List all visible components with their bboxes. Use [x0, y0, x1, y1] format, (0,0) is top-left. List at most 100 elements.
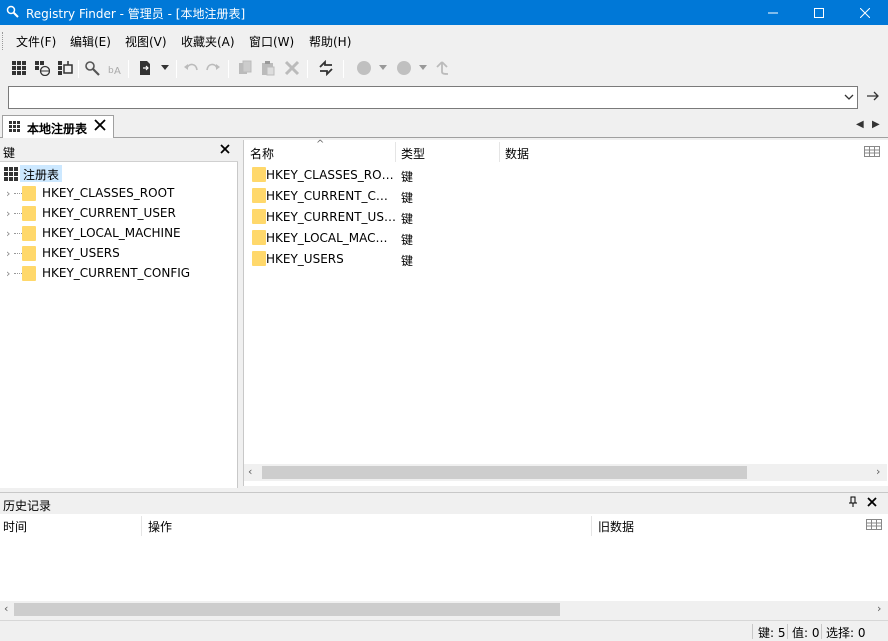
list-row[interactable]: HKEY_CURRENT_CONFIG 键: [244, 185, 884, 206]
back-button[interactable]: [355, 59, 373, 77]
connect-button[interactable]: [56, 59, 74, 77]
status-separator: [821, 624, 822, 639]
close-icon: [220, 144, 230, 154]
column-divider[interactable]: [395, 142, 396, 162]
menu-edit[interactable]: 编辑(E): [70, 33, 111, 50]
toolbar: bA: [0, 56, 888, 82]
new-remote-registry-icon: [35, 61, 50, 76]
chevron-right-icon[interactable]: ›: [6, 207, 10, 220]
tab-scroll-left-button[interactable]: ◀: [856, 119, 864, 130]
chevron-right-icon[interactable]: ›: [6, 227, 10, 240]
tree-node[interactable]: › HKEY_CLASSES_ROOT: [0, 184, 236, 204]
export-dropdown-button[interactable]: [156, 59, 174, 77]
column-divider[interactable]: [499, 142, 500, 162]
column-divider[interactable]: [141, 516, 142, 536]
column-header-time[interactable]: 时间: [3, 518, 27, 535]
tab-close-button[interactable]: [94, 119, 106, 135]
menu-help[interactable]: 帮助(H): [309, 33, 351, 50]
list-row[interactable]: HKEY_LOCAL_MACHINE 键: [244, 227, 884, 248]
list-row[interactable]: HKEY_CURRENT_USER 键: [244, 206, 884, 227]
toolbar-separator: [176, 60, 177, 78]
refresh-icon: [319, 60, 333, 76]
menu-view[interactable]: 视图(V): [125, 33, 167, 50]
tree-node[interactable]: › HKEY_USERS: [0, 244, 236, 264]
chevron-right-icon[interactable]: ›: [6, 267, 10, 280]
tree-node-label: HKEY_CURRENT_CONFIG: [42, 266, 191, 280]
arrow-right-icon: [867, 91, 879, 101]
forward-dropdown-button[interactable]: [414, 59, 432, 77]
copy-button[interactable]: [236, 59, 254, 77]
menu-window[interactable]: 窗口(W): [249, 33, 294, 50]
new-remote-registry-button[interactable]: [33, 59, 51, 77]
refresh-button[interactable]: [317, 59, 335, 77]
scroll-right-icon[interactable]: ›: [876, 465, 880, 478]
status-selected: 选择: 0: [826, 626, 866, 640]
chevron-right-icon[interactable]: ›: [6, 247, 10, 260]
column-header-data[interactable]: 数据: [505, 145, 529, 162]
back-dropdown-button[interactable]: [374, 59, 392, 77]
column-chooser-button[interactable]: [864, 146, 880, 160]
scrollbar-thumb[interactable]: [262, 466, 747, 479]
column-header-old-data[interactable]: 旧数据: [598, 518, 634, 535]
chevron-right-icon[interactable]: ›: [6, 187, 10, 200]
close-icon: [860, 7, 870, 18]
undo-icon: [184, 63, 198, 71]
toolbar-separator: [307, 60, 308, 78]
delete-button[interactable]: [283, 59, 301, 77]
tree-node-label: HKEY_USERS: [42, 246, 120, 260]
history-close-button[interactable]: [867, 495, 877, 511]
pin-button[interactable]: [848, 496, 858, 511]
list-horizontal-scrollbar[interactable]: ‹ ›: [244, 464, 887, 481]
minimize-button[interactable]: [750, 0, 796, 25]
status-separator: [752, 624, 753, 639]
scrollbar-thumb[interactable]: [14, 603, 560, 616]
search-input[interactable]: [9, 87, 829, 108]
scroll-left-icon[interactable]: ‹: [4, 602, 8, 615]
history-list: 时间 操作 旧数据 ‹ ›: [0, 514, 888, 618]
tree-node[interactable]: › HKEY_CURRENT_CONFIG: [0, 264, 236, 284]
scroll-right-icon[interactable]: ›: [877, 602, 881, 615]
tab-local-registry[interactable]: 本地注册表: [2, 115, 114, 138]
row-type: 键: [401, 212, 414, 226]
replace-button[interactable]: bA: [106, 59, 124, 77]
paste-button[interactable]: [259, 59, 277, 77]
tab-strip: 本地注册表: [0, 114, 888, 138]
search-dropdown-button[interactable]: [844, 91, 854, 106]
pin-icon: [849, 496, 857, 507]
close-window-button[interactable]: [842, 0, 888, 25]
go-button[interactable]: [866, 90, 880, 105]
list-row[interactable]: HKEY_USERS 键: [244, 248, 884, 269]
tab-label: 本地注册表: [27, 122, 88, 136]
folder-icon: [252, 188, 266, 203]
history-column-chooser-button[interactable]: [866, 519, 882, 533]
export-button[interactable]: [136, 59, 154, 77]
column-header-operation[interactable]: 操作: [148, 518, 172, 535]
key-pane-close-button[interactable]: [220, 142, 230, 158]
forward-button[interactable]: [395, 59, 413, 77]
tree-node[interactable]: › HKEY_LOCAL_MACHINE: [0, 224, 236, 244]
menu-favorites[interactable]: 收藏夹(A): [181, 33, 235, 50]
tree-node[interactable]: › HKEY_CURRENT_USER: [0, 204, 236, 224]
status-keys: 键: 5: [758, 626, 786, 640]
find-button[interactable]: [83, 59, 101, 77]
new-local-registry-button[interactable]: [10, 59, 28, 77]
menu-grip[interactable]: [2, 32, 5, 50]
tab-scroll-right-button[interactable]: ▶: [872, 119, 880, 130]
maximize-button[interactable]: [796, 0, 842, 25]
undo-button[interactable]: [182, 59, 200, 77]
column-divider[interactable]: [591, 516, 592, 536]
maximize-icon: [814, 7, 824, 18]
up-button[interactable]: [433, 59, 451, 77]
column-header-type[interactable]: 类型: [401, 145, 425, 162]
history-horizontal-scrollbar[interactable]: ‹ ›: [0, 601, 888, 618]
folder-icon: [252, 230, 266, 245]
redo-button[interactable]: [204, 59, 222, 77]
menu-file[interactable]: 文件(F): [16, 33, 56, 50]
column-header-name[interactable]: 名称: [250, 145, 274, 162]
back-icon: [357, 61, 371, 75]
search-combo[interactable]: [8, 86, 858, 109]
list-row[interactable]: HKEY_CLASSES_ROOT 键: [244, 164, 884, 185]
column-grid-icon: [866, 519, 882, 530]
pane-splitter[interactable]: [238, 140, 242, 488]
scroll-left-icon[interactable]: ‹: [248, 465, 252, 478]
